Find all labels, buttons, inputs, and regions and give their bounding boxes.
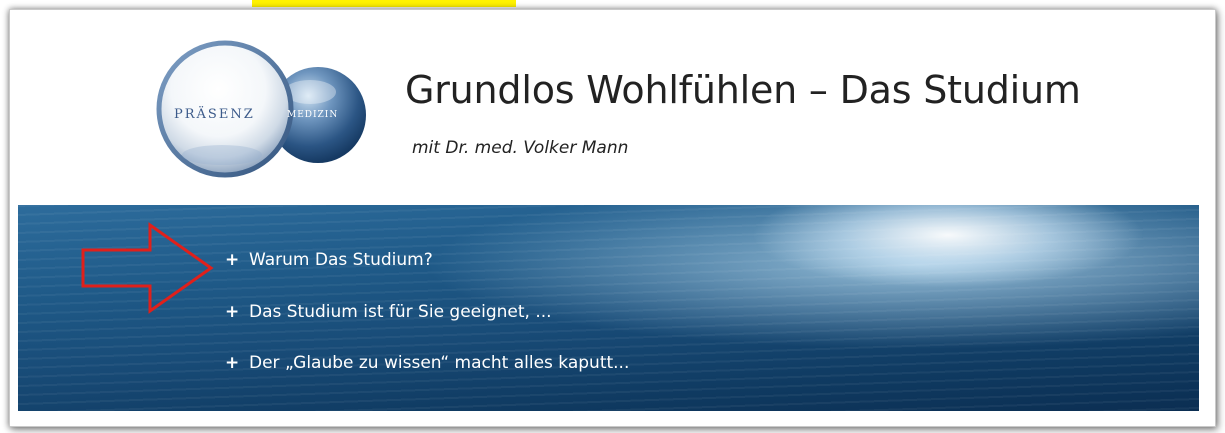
highlight-marker bbox=[252, 0, 516, 7]
plus-icon: + bbox=[225, 302, 240, 322]
logo-text-medizin: MEDIZIN bbox=[287, 110, 339, 120]
menu-item-label: Warum Das Studium? bbox=[249, 250, 433, 270]
right-arrow-outline-icon bbox=[81, 222, 214, 314]
menu-item-glaube-zu-wissen[interactable]: + Der „Glaube zu wissen“ macht alles kap… bbox=[225, 353, 629, 373]
menu-item-warum-das-studium[interactable]: + Warum Das Studium? bbox=[225, 250, 433, 270]
menu-item-label: Der „Glaube zu wissen“ macht alles kaput… bbox=[249, 353, 630, 373]
plus-icon: + bbox=[225, 353, 240, 373]
menu-item-label: Das Studium ist für Sie geeignet, ... bbox=[249, 302, 552, 322]
plus-icon: + bbox=[225, 250, 240, 270]
menu-item-studium-geeignet[interactable]: + Das Studium ist für Sie geeignet, ... bbox=[225, 302, 552, 322]
page-title: Grundlos Wohlfühlen – Das Studium bbox=[405, 68, 1081, 112]
page-subtitle: mit Dr. med. Volker Mann bbox=[412, 138, 629, 158]
site-logo[interactable]: PRÄSENZ MEDIZIN bbox=[150, 37, 380, 182]
logo-text-praesenz: PRÄSENZ bbox=[174, 107, 255, 122]
